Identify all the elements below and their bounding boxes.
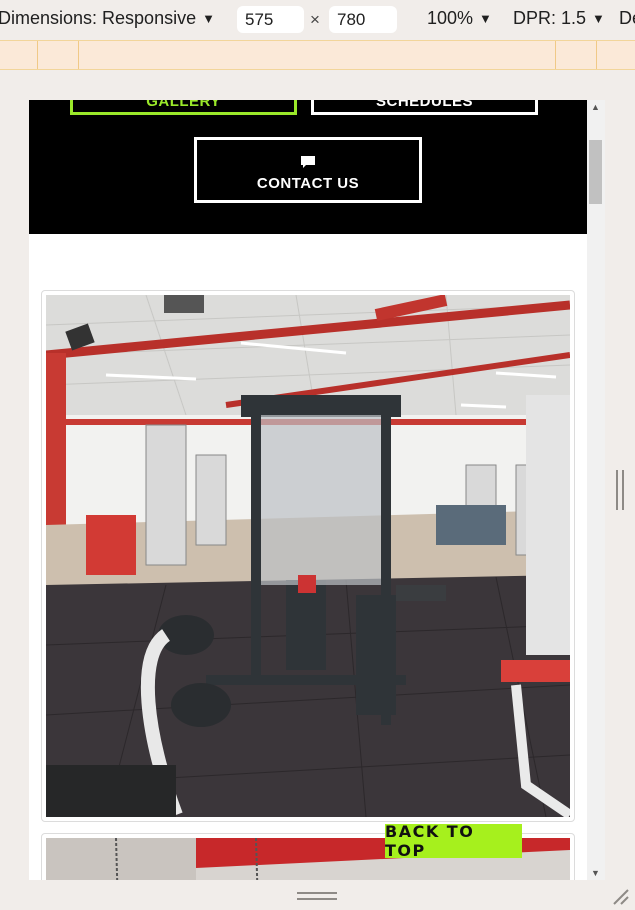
schedules-button[interactable]: SCHEDULES — [311, 100, 538, 115]
back-to-top-button[interactable]: BACK TO TOP — [385, 822, 522, 860]
device-viewport: GALLERY SCHEDULES CONTACT US BACK TO TOP… — [29, 100, 605, 880]
dpr-label: DPR: 1.5 — [513, 8, 587, 28]
bottom-resize-handle[interactable] — [297, 890, 337, 902]
gym-photo — [46, 295, 570, 817]
nav-buttons-section: GALLERY SCHEDULES CONTACT US — [29, 100, 587, 234]
times-separator: × — [310, 10, 320, 29]
contact-label: CONTACT US — [256, 174, 360, 192]
truncated-toolbar-item[interactable]: De — [619, 8, 635, 29]
dpr-dropdown[interactable]: DPR: 1.5 ▼ — [513, 8, 605, 29]
right-resize-handle[interactable] — [614, 470, 626, 510]
caret-down-icon: ▼ — [479, 11, 492, 26]
caret-down-icon: ▼ — [202, 11, 215, 26]
chat-bubble-icon — [301, 155, 315, 168]
height-input[interactable]: 780 — [329, 6, 397, 33]
truncated-label: De — [619, 8, 635, 28]
width-input[interactable]: 575 — [237, 6, 304, 33]
schedules-label: SCHEDULES — [375, 100, 473, 110]
scrollbar-thumb[interactable] — [589, 140, 602, 204]
zoom-label: 100% — [427, 8, 474, 28]
media-query-divider — [555, 41, 556, 69]
gallery-image-card[interactable] — [41, 290, 575, 822]
contact-us-button[interactable]: CONTACT US — [194, 137, 422, 203]
media-query-bar[interactable] — [0, 40, 635, 70]
gallery-button[interactable]: GALLERY — [70, 100, 297, 115]
dimensions-label: Dimensions: Responsive — [0, 8, 197, 28]
media-query-divider — [78, 41, 79, 69]
caret-down-icon: ▼ — [592, 11, 605, 26]
zoom-dropdown[interactable]: 100% ▼ — [427, 8, 492, 29]
media-query-divider — [37, 41, 38, 69]
gallery-label: GALLERY — [146, 100, 221, 110]
viewport-scrollbar[interactable]: ▲ ▼ — [587, 100, 605, 880]
gym-interior-image — [46, 295, 570, 817]
media-query-divider — [596, 41, 597, 69]
device-toolbar: Dimensions: Responsive ▼ 575 × 780 100% … — [0, 0, 635, 40]
scroll-up-arrow-icon[interactable]: ▲ — [591, 102, 600, 112]
scroll-down-arrow-icon[interactable]: ▼ — [591, 868, 600, 878]
corner-resize-icon[interactable] — [610, 886, 630, 906]
dimensions-dropdown[interactable]: Dimensions: Responsive ▼ — [0, 8, 215, 29]
